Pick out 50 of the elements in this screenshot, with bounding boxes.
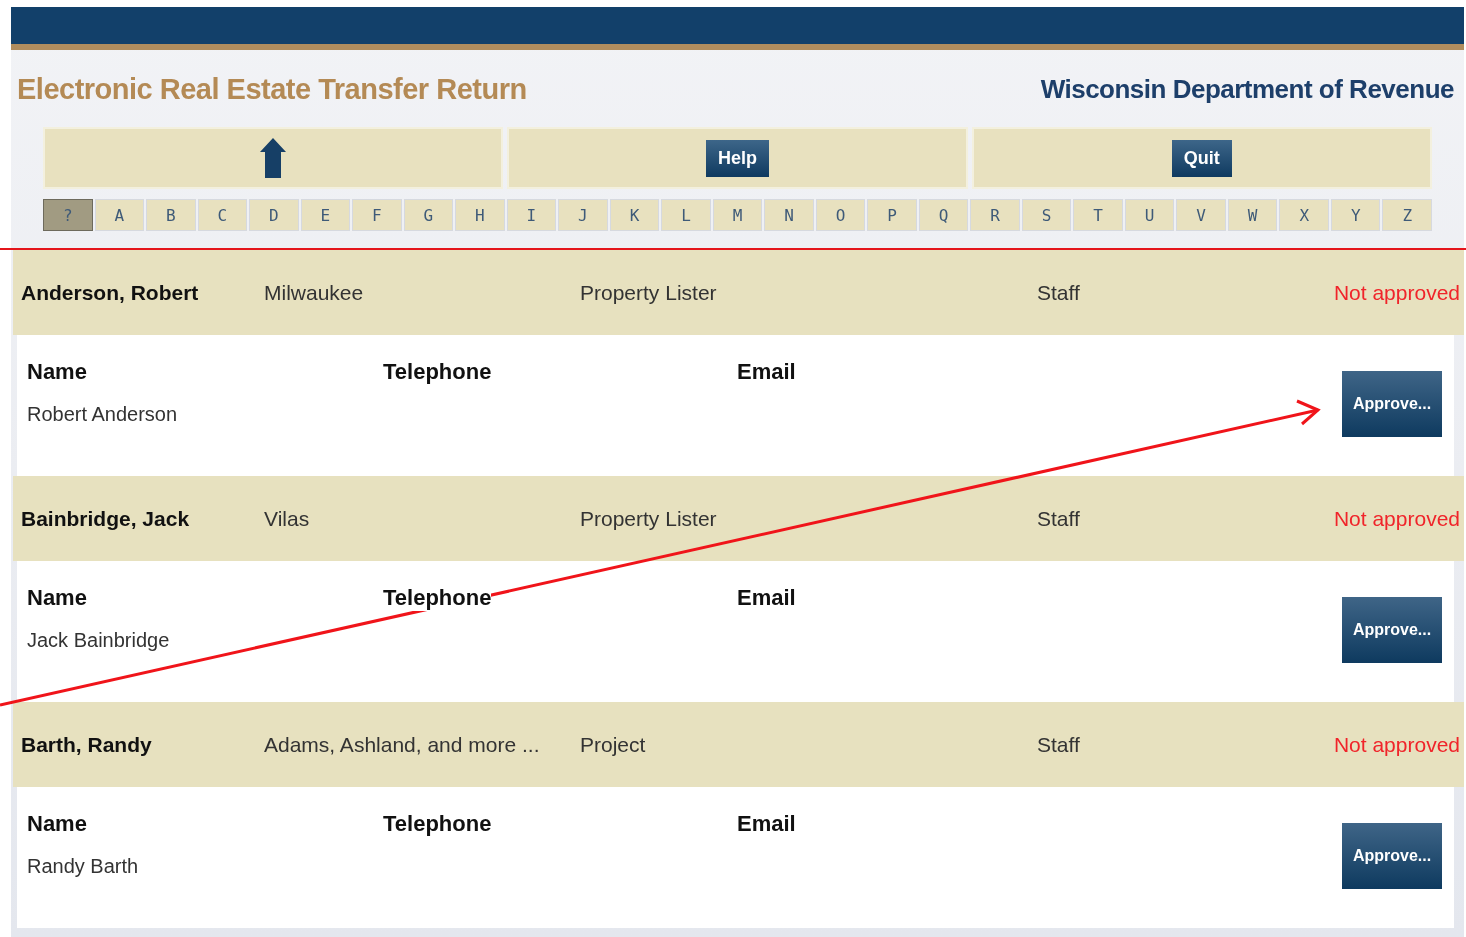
- user-name: Barth, Randy: [21, 732, 153, 757]
- user-location: Adams, Ashland, and more ...: [264, 732, 541, 757]
- user-type: Staff: [1037, 506, 1081, 531]
- letter-tab[interactable]: H: [455, 199, 505, 231]
- letter-tab[interactable]: S: [1021, 199, 1072, 231]
- approval-status: Not approved: [1332, 280, 1460, 305]
- letter-tab[interactable]: Q: [918, 199, 969, 231]
- letter-tab[interactable]: L: [661, 199, 711, 231]
- letter-tab[interactable]: J: [558, 199, 608, 231]
- letter-tab[interactable]: O: [815, 199, 866, 231]
- letter-tab[interactable]: P: [867, 199, 917, 231]
- approve-button[interactable]: Approve...: [1342, 597, 1442, 663]
- user-type: Staff: [1037, 280, 1081, 305]
- nav-button[interactable]: Quit: [1171, 139, 1232, 177]
- approve-button[interactable]: Approve...: [1342, 371, 1442, 437]
- approval-status: Not approved: [1332, 732, 1460, 757]
- letter-tab[interactable]: X: [1279, 199, 1329, 231]
- letter-tab[interactable]: T: [1073, 199, 1123, 231]
- letter-tab[interactable]: E: [300, 199, 351, 231]
- approval-status: Not approved: [1332, 506, 1460, 531]
- letter-tab[interactable]: Y: [1330, 199, 1381, 231]
- letter-tab[interactable]: F: [352, 199, 402, 231]
- letter-tab[interactable]: R: [970, 199, 1020, 231]
- letter-tab[interactable]: C: [197, 199, 248, 231]
- approve-button[interactable]: Approve...: [1342, 823, 1442, 889]
- app-title: Electronic Real Estate Transfer Return: [17, 72, 527, 106]
- agency-name: Wisconsin Department of Revenue: [1040, 73, 1454, 105]
- user-location: Vilas: [264, 506, 311, 531]
- letter-tab[interactable]: Z: [1382, 199, 1432, 231]
- letter-tab[interactable]: A: [94, 199, 145, 231]
- field-value: Randy Barth: [27, 855, 139, 878]
- letter-tab[interactable]: U: [1124, 199, 1175, 231]
- letter-tab[interactable]: G: [403, 199, 454, 231]
- user-location: Milwaukee: [264, 280, 365, 305]
- letter-tab[interactable]: M: [712, 199, 763, 231]
- letter-tab[interactable]: N: [764, 199, 814, 231]
- user-role: Property Lister: [580, 506, 718, 531]
- user-name: Anderson, Robert: [21, 280, 200, 305]
- letter-tab[interactable]: B: [146, 199, 196, 231]
- letter-tab[interactable]: I: [506, 199, 557, 231]
- user-type: Staff: [1037, 732, 1081, 757]
- letter-tab[interactable]: V: [1176, 199, 1226, 231]
- letter-tab[interactable]: D: [249, 199, 299, 231]
- letter-tab[interactable]: W: [1227, 199, 1278, 231]
- letter-tab[interactable]: K: [609, 199, 660, 231]
- field-value: Jack Bainbridge: [27, 629, 170, 652]
- nav-button[interactable]: Help: [706, 139, 769, 177]
- user-role: Property Lister: [580, 280, 718, 305]
- user-name: Bainbridge, Jack: [21, 506, 191, 531]
- user-role: Project: [580, 732, 647, 757]
